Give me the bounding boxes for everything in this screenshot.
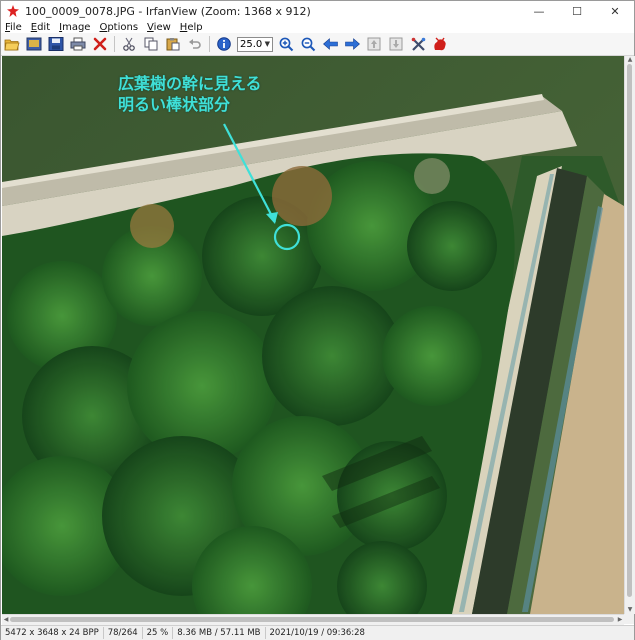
irfanview-window: 100_0009_0078.JPG - IrfanView (Zoom: 136… [0, 0, 635, 640]
annotation-line-2: 明るい棒状部分 [118, 95, 231, 114]
status-memory: 8.36 MB / 57.11 MB [173, 627, 266, 639]
status-zoom: 25 % [143, 627, 174, 639]
zoom-in-icon[interactable] [276, 34, 296, 54]
horizontal-scrollbar[interactable]: ◀ ▶ [2, 614, 624, 625]
toolbar-separator [209, 36, 210, 52]
print-icon[interactable] [68, 34, 88, 54]
menu-help[interactable]: Help [176, 22, 208, 33]
maximize-button[interactable]: ☐ [558, 1, 596, 21]
toolbar: 25.0 ▼ [1, 33, 634, 56]
menu-options[interactable]: Options [95, 22, 143, 33]
close-button[interactable]: ✕ [596, 1, 634, 21]
scroll-corner [624, 614, 634, 624]
chevron-down-icon: ▼ [264, 40, 270, 48]
minimize-button[interactable]: — [520, 1, 558, 21]
annotation-line-1: 広葉樹の幹に見える [118, 74, 262, 93]
status-datetime: 2021/10/19 / 09:36:28 [269, 628, 365, 638]
status-index: 78/264 [104, 627, 143, 639]
copy-icon[interactable] [141, 34, 161, 54]
annotation-label: 広葉樹の幹に見える 明るい棒状部分 [118, 73, 262, 115]
image-viewport[interactable]: 広葉樹の幹に見える 明るい棒状部分 [2, 56, 624, 614]
last-page-icon[interactable] [386, 34, 406, 54]
menu-file[interactable]: File [1, 22, 27, 33]
status-bar: 5472 x 3648 x 24 BPP 78/264 25 % 8.36 MB… [1, 625, 634, 640]
menu-view[interactable]: View [143, 22, 176, 33]
zoom-dropdown[interactable]: 25.0 ▼ [237, 36, 273, 52]
scroll-up-icon[interactable]: ▲ [626, 56, 634, 64]
menu-bar: File Edit Image Options View Help [1, 21, 634, 33]
info-icon[interactable] [214, 34, 234, 54]
vertical-scroll-thumb[interactable] [627, 64, 632, 597]
first-page-icon[interactable] [364, 34, 384, 54]
slideshow-icon[interactable] [24, 34, 44, 54]
scroll-left-icon[interactable]: ◀ [2, 616, 10, 624]
next-icon[interactable] [342, 34, 362, 54]
menu-image[interactable]: Image [55, 22, 95, 33]
irfanview-icon[interactable] [430, 34, 450, 54]
zoom-out-icon[interactable] [298, 34, 318, 54]
horizontal-scroll-thumb[interactable] [10, 617, 614, 622]
vertical-scrollbar[interactable]: ▲ ▼ [624, 56, 635, 614]
paste-icon[interactable] [163, 34, 183, 54]
aerial-photo [2, 56, 624, 614]
scroll-right-icon[interactable]: ▶ [616, 616, 624, 624]
open-icon[interactable] [2, 34, 22, 54]
scroll-down-icon[interactable]: ▼ [626, 606, 634, 614]
menu-edit[interactable]: Edit [27, 22, 55, 33]
window-title: 100_0009_0078.JPG - IrfanView (Zoom: 136… [25, 4, 311, 18]
delete-icon[interactable] [90, 34, 110, 54]
toolbar-separator [114, 36, 115, 52]
zoom-value: 25.0 [240, 38, 263, 50]
status-dimensions: 5472 x 3648 x 24 BPP [1, 627, 104, 639]
previous-icon[interactable] [320, 34, 340, 54]
settings-icon[interactable] [408, 34, 428, 54]
undo-icon[interactable] [185, 34, 205, 54]
save-icon[interactable] [46, 34, 66, 54]
title-bar[interactable]: 100_0009_0078.JPG - IrfanView (Zoom: 136… [1, 1, 634, 21]
cut-icon[interactable] [119, 34, 139, 54]
irfanview-app-icon[interactable] [7, 5, 19, 17]
